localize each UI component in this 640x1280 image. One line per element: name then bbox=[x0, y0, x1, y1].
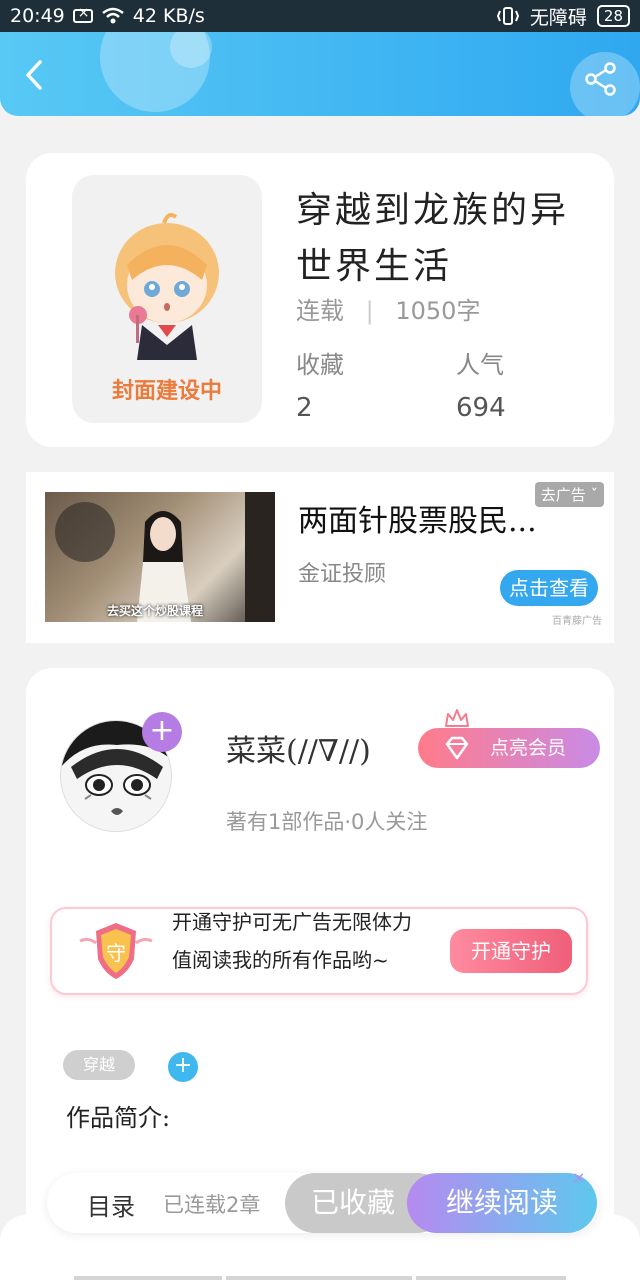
ad-image[interactable]: 去买这个炒股课程 bbox=[45, 492, 275, 622]
vibrate-icon bbox=[496, 7, 519, 25]
vip-button[interactable]: 点亮会员 bbox=[418, 728, 600, 768]
bottom-divider bbox=[416, 1276, 566, 1280]
close-icon[interactable]: × bbox=[572, 1168, 585, 1187]
meta-divider: | bbox=[365, 297, 374, 325]
guard-button[interactable]: 开通守护 bbox=[450, 929, 572, 973]
vip-button-label: 点亮会员 bbox=[490, 737, 567, 759]
add-tag-button[interactable]: + bbox=[168, 1052, 198, 1082]
ad-image-caption: 去买这个炒股课程 bbox=[107, 604, 204, 618]
cover-illustration bbox=[115, 213, 219, 360]
intro-label: 作品简介: bbox=[66, 1104, 171, 1132]
book-word-count: 1050字 bbox=[395, 297, 481, 325]
shield-icon: 守 bbox=[79, 923, 153, 979]
cover-label: 封面建设中 bbox=[111, 379, 222, 404]
follow-plus-button[interactable]: + bbox=[142, 712, 182, 752]
book-meta: 连载 | 1050字 bbox=[296, 291, 480, 326]
book-title: 穿越到龙族的异世界生活 bbox=[296, 190, 570, 287]
popularity-label: 人气 bbox=[456, 351, 504, 379]
ad-mark: 百青藤广告 bbox=[552, 616, 602, 627]
plus-icon: + bbox=[149, 713, 175, 748]
header-bar bbox=[0, 32, 640, 116]
bottom-divider bbox=[226, 1276, 412, 1280]
ad-title: 两面针股票股民... bbox=[298, 504, 537, 539]
ad-banner[interactable]: 去买这个炒股课程 两面针股票股民... 金证投顾 去广告 ˇ 点击查看 百青藤广… bbox=[26, 472, 614, 643]
plus-icon: + bbox=[173, 1053, 193, 1078]
ad-close-button[interactable]: 去广告 ˇ bbox=[534, 482, 604, 507]
back-arrow-icon[interactable] bbox=[20, 60, 50, 90]
accessibility-text: 无障碍 bbox=[529, 6, 587, 29]
book-cover[interactable]: 封面建设中 bbox=[72, 175, 262, 423]
ad-close-label: 去广告 bbox=[540, 486, 586, 504]
favorites-label: 收藏 bbox=[296, 351, 344, 379]
battery-indicator: 28 bbox=[596, 5, 630, 27]
guard-promo: 守 开通守护可无广告无限体力值阅读我的所有作品哟~ 开通守护 bbox=[50, 907, 588, 995]
ad-source: 金证投顾 bbox=[298, 562, 387, 587]
network-speed: 42 KB/s bbox=[132, 5, 205, 27]
chevron-down-icon: ˇ bbox=[590, 486, 599, 504]
book-info-card: 封面建设中 穿越到龙族的异世界生活 连载 | 1050字 收藏 人气 2 694 bbox=[26, 153, 614, 447]
status-time: 20:49 bbox=[10, 5, 65, 27]
crown-icon bbox=[445, 709, 469, 727]
author-name: 菜菜(//∇//) bbox=[226, 734, 371, 769]
continue-reading-button[interactable]: 继续阅读 bbox=[407, 1173, 597, 1233]
shield-char: 守 bbox=[106, 941, 126, 965]
favorites-value: 2 bbox=[296, 393, 313, 423]
wifi-icon bbox=[101, 7, 124, 24]
status-bar: 20:49 42 KB/s 无障碍 28 bbox=[0, 0, 640, 32]
tag-chip[interactable]: 穿越 bbox=[63, 1050, 135, 1080]
bottom-action-bar: 目录 已连载2章 已收藏 继续阅读 bbox=[47, 1173, 599, 1233]
ad-cta-button[interactable]: 点击查看 bbox=[500, 570, 598, 606]
share-icon[interactable] bbox=[584, 62, 618, 96]
diamond-icon bbox=[445, 736, 469, 760]
notification-icon bbox=[72, 5, 93, 23]
popularity-value: 694 bbox=[456, 393, 506, 423]
author-stats: 著有1部作品·0人关注 bbox=[226, 810, 428, 834]
toc-button[interactable]: 目录 bbox=[87, 1187, 135, 1222]
progress-label: 已连载2章 bbox=[163, 1193, 261, 1217]
guard-text: 开通守护可无广告无限体力值阅读我的所有作品哟~ bbox=[172, 910, 412, 972]
book-status: 连载 bbox=[296, 297, 344, 325]
bottom-divider bbox=[74, 1276, 222, 1280]
